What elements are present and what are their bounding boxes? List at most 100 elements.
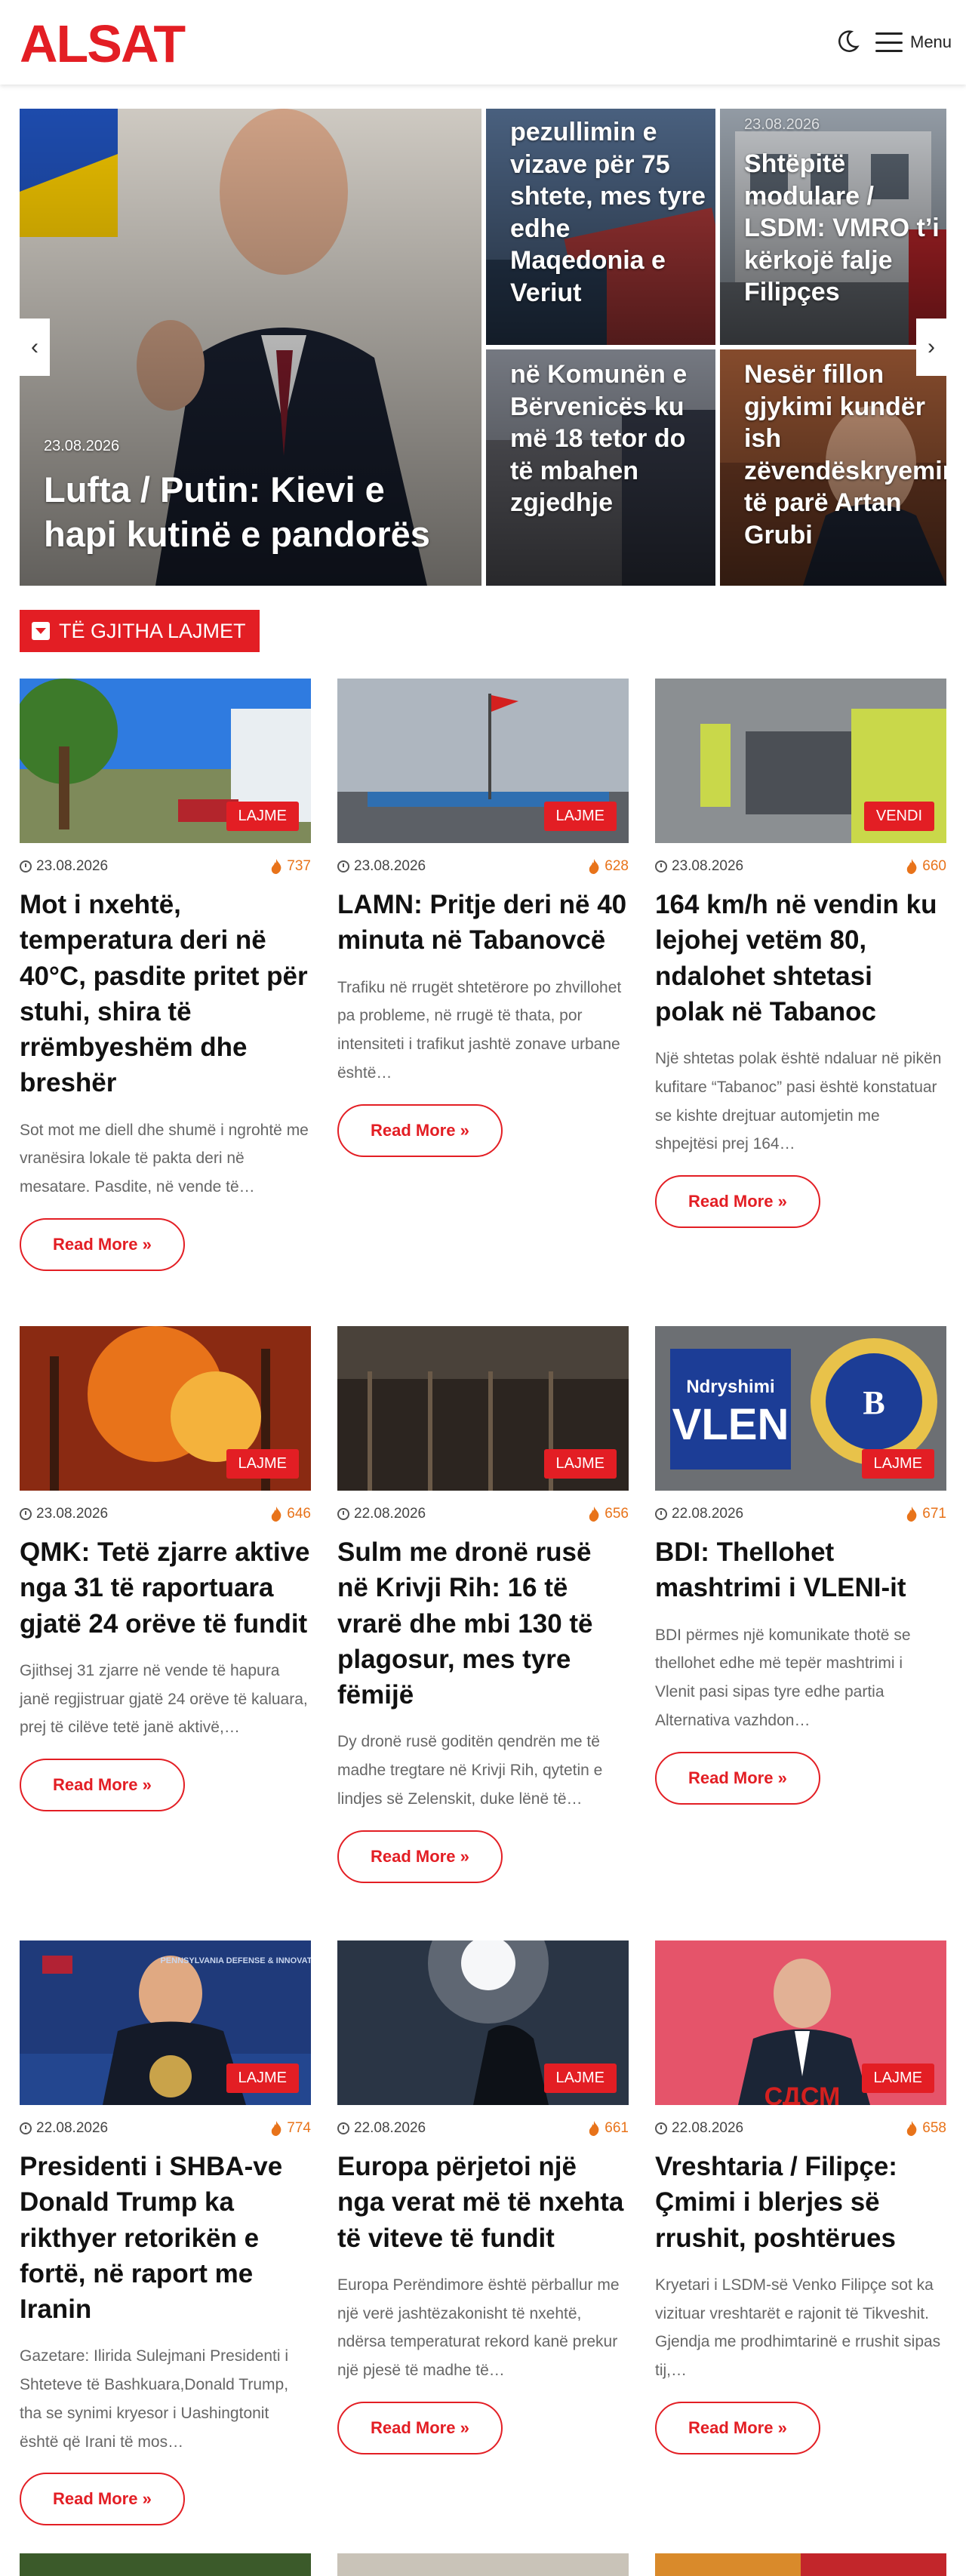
svg-text:СДСМ: СДСМ — [764, 2082, 841, 2105]
article-excerpt: BDI përmes një komunikate thotë se thell… — [655, 1626, 911, 1729]
read-more-button[interactable]: Read More » — [655, 1175, 820, 1229]
article-thumbnail[interactable]: Ndryshimi VLEN B LAJME — [655, 1326, 946, 1491]
fire-icon — [589, 2121, 599, 2136]
article-card: СДСМ LAJME 22.08.2026 658 Vreshtaria / Fi… — [655, 1940, 946, 2454]
category-badge[interactable]: VENDI — [863, 802, 934, 831]
read-more-button[interactable]: Read More » — [655, 2401, 820, 2454]
article-thumbnail[interactable]: LAJME — [20, 679, 311, 843]
hero-story-bottom-middle[interactable]: në Komunën e Bërvenicës ku më 18 tetor d… — [486, 349, 715, 586]
article-excerpt: Gjithsej 31 zjarre në vende të hapura ja… — [20, 1661, 308, 1737]
hero-slider: 23.08.2026 Lufta / Putin: Kievi e hapi k… — [20, 109, 946, 586]
view-count: 658 — [922, 2120, 946, 2136]
view-count: 737 — [287, 858, 311, 874]
category-badge[interactable]: LAJME — [543, 1449, 617, 1479]
hero-main-date: 23.08.2026 — [44, 438, 120, 454]
clock-icon — [20, 860, 32, 873]
hero-main-title: Lufta / Putin: Kievi e hapi kutinë e pan… — [44, 469, 430, 554]
article-excerpt: Dy dronë rusë goditën qendrën me të madh… — [337, 1733, 603, 1808]
category-badge[interactable]: LAJME — [861, 1449, 934, 1479]
view-count: 656 — [605, 1506, 629, 1522]
view-count: 628 — [605, 858, 629, 874]
article-thumbnail[interactable]: LAJME — [337, 1326, 629, 1491]
slider-next-button[interactable]: › — [916, 319, 946, 376]
hero-story-top-right[interactable]: 23.08.2026 Shtëpitë modulare / LSDM: VMR… — [720, 109, 946, 345]
clock-icon — [20, 1508, 32, 1520]
menu-button[interactable]: Menu — [875, 27, 952, 57]
section-label-text: TË GJITHA LAJMET — [59, 619, 246, 642]
read-more-button[interactable]: Read More » — [20, 1759, 185, 1812]
read-more-button[interactable]: Read More » — [20, 2473, 185, 2526]
article-date: 22.08.2026 — [672, 2120, 744, 2136]
article-card: LAJME 23.08.2026 737 Mot i nxehtë, temper… — [20, 679, 311, 1271]
article-excerpt: Gazetare: Ilirida Sulejmani Presidenti i… — [20, 2347, 289, 2451]
article-date: 23.08.2026 — [672, 858, 744, 874]
slider-prev-button[interactable]: ‹ — [20, 319, 50, 376]
article-title[interactable]: QMK: Tetë zjarre aktive nga 31 të raport… — [20, 1534, 311, 1642]
article-title[interactable]: Vreshtaria / Filipçe: Çmimi i blerjes së… — [655, 2149, 946, 2256]
article-title[interactable]: Sulm me dronë rusë në Krivji Rih: 16 të … — [337, 1534, 629, 1713]
menu-label: Menu — [910, 32, 952, 51]
article-card: VENDI 23.08.2026 660 164 km/h në vendin k… — [655, 679, 946, 1229]
category-badge[interactable]: LAJME — [543, 802, 617, 831]
article-title[interactable]: BDI: Thellohet mashtrimi i VLENI-it — [655, 1534, 946, 1606]
article-thumbnail-partial[interactable] — [337, 2553, 629, 2576]
fire-icon — [907, 1507, 917, 1522]
read-more-button[interactable]: Read More » — [337, 1103, 503, 1157]
category-badge[interactable]: LAJME — [543, 2064, 617, 2093]
hero-main-story[interactable]: 23.08.2026 Lufta / Putin: Kievi e hapi k… — [20, 109, 481, 586]
article-excerpt: Sot mot me diell dhe shumë i ngrohtë me … — [20, 1121, 309, 1196]
article-thumbnail[interactable]: LAJME — [337, 1940, 629, 2105]
article-excerpt: Europa Perëndimore është përballur me nj… — [337, 2276, 620, 2380]
hero-story-bottom-right[interactable]: Nesër fillon gjykimi kundër ish zëvendës… — [720, 349, 946, 586]
article-thumbnail[interactable]: VENDI — [655, 679, 946, 843]
article-date: 22.08.2026 — [354, 1506, 426, 1522]
chevron-left-icon: ‹ — [31, 334, 38, 359]
article-title[interactable]: Presidenti i SHBA-ve Donald Trump ka rik… — [20, 2149, 311, 2327]
category-badge[interactable]: LAJME — [226, 1449, 299, 1479]
alsat-logo[interactable]: ALSAT — [20, 20, 246, 66]
svg-text:ALSAT: ALSAT — [20, 20, 185, 66]
hamburger-icon — [875, 32, 903, 52]
read-more-button[interactable]: Read More » — [655, 1751, 820, 1805]
category-badge[interactable]: LAJME — [861, 2064, 934, 2093]
article-date: 23.08.2026 — [36, 1506, 109, 1522]
article-thumbnail[interactable]: PENNSYLVANIA DEFENSE & INNOVATION SUMMIT… — [20, 1940, 311, 2105]
article-excerpt: Trafiku në rrugët shtetërore po zhvilloh… — [337, 978, 622, 1082]
article-thumbnail[interactable]: LAJME — [20, 1326, 311, 1491]
article-excerpt: Një shtetas polak është ndaluar në pikën… — [655, 1050, 942, 1153]
fire-icon — [589, 859, 599, 874]
category-badge[interactable]: LAJME — [226, 2064, 299, 2093]
clock-icon — [337, 860, 349, 873]
article-title[interactable]: Europa përjetoi një nga verat më të nxeh… — [337, 2149, 629, 2256]
fire-icon — [272, 859, 281, 874]
article-card: PENNSYLVANIA DEFENSE & INNOVATION SUMMIT… — [20, 1940, 311, 2526]
view-count: 671 — [922, 1506, 946, 1522]
read-more-button[interactable]: Read More » — [337, 1830, 503, 1883]
read-more-button[interactable]: Read More » — [337, 2401, 503, 2454]
hero-story-top-middle[interactable]: pezullimin e vizave për 75 shtete, mes t… — [486, 109, 715, 345]
article-thumbnail[interactable]: LAJME — [337, 679, 629, 843]
article-thumbnail-partial[interactable] — [655, 2553, 946, 2576]
article-date: 22.08.2026 — [672, 1506, 744, 1522]
category-badge[interactable]: LAJME — [226, 802, 299, 831]
hero-bottom-middle-title: në Komunën e Bërvenicës ku më 18 tetor d… — [510, 360, 688, 517]
article-title[interactable]: 164 km/h në vendin ku lejohej vetëm 80, … — [655, 887, 946, 1029]
site-header: ALSAT Menu — [0, 0, 966, 85]
article-thumbnail-partial[interactable] — [20, 2553, 311, 2576]
article-thumbnail[interactable]: СДСМ LAJME — [655, 1940, 946, 2105]
fire-icon — [907, 859, 917, 874]
caret-down-square-icon — [32, 622, 50, 640]
hero-top-right-date: 23.08.2026 — [744, 116, 820, 133]
dark-mode-moon-icon[interactable] — [835, 29, 860, 54]
article-title[interactable]: LAMN: Pritje deri në 40 minuta në Tabano… — [337, 887, 629, 959]
article-excerpt: Kryetari i LSDM-së Venko Filipçe sot ka … — [655, 2276, 941, 2380]
svg-text:PENNSYLVANIA DEFENSE & INNOVAT: PENNSYLVANIA DEFENSE & INNOVATION SUMMIT — [160, 1956, 311, 1965]
article-date: 22.08.2026 — [36, 2120, 109, 2136]
chevron-right-icon: › — [928, 334, 935, 359]
fire-icon — [272, 2121, 281, 2136]
clock-icon — [655, 860, 667, 873]
article-title[interactable]: Mot i nxehtë, temperatura deri në 40°C, … — [20, 887, 311, 1101]
article-card: LAJME 23.08.2026 628 LAMN: Pritje deri në… — [337, 679, 629, 1157]
svg-text:B: B — [863, 1384, 884, 1421]
read-more-button[interactable]: Read More » — [20, 1217, 185, 1271]
